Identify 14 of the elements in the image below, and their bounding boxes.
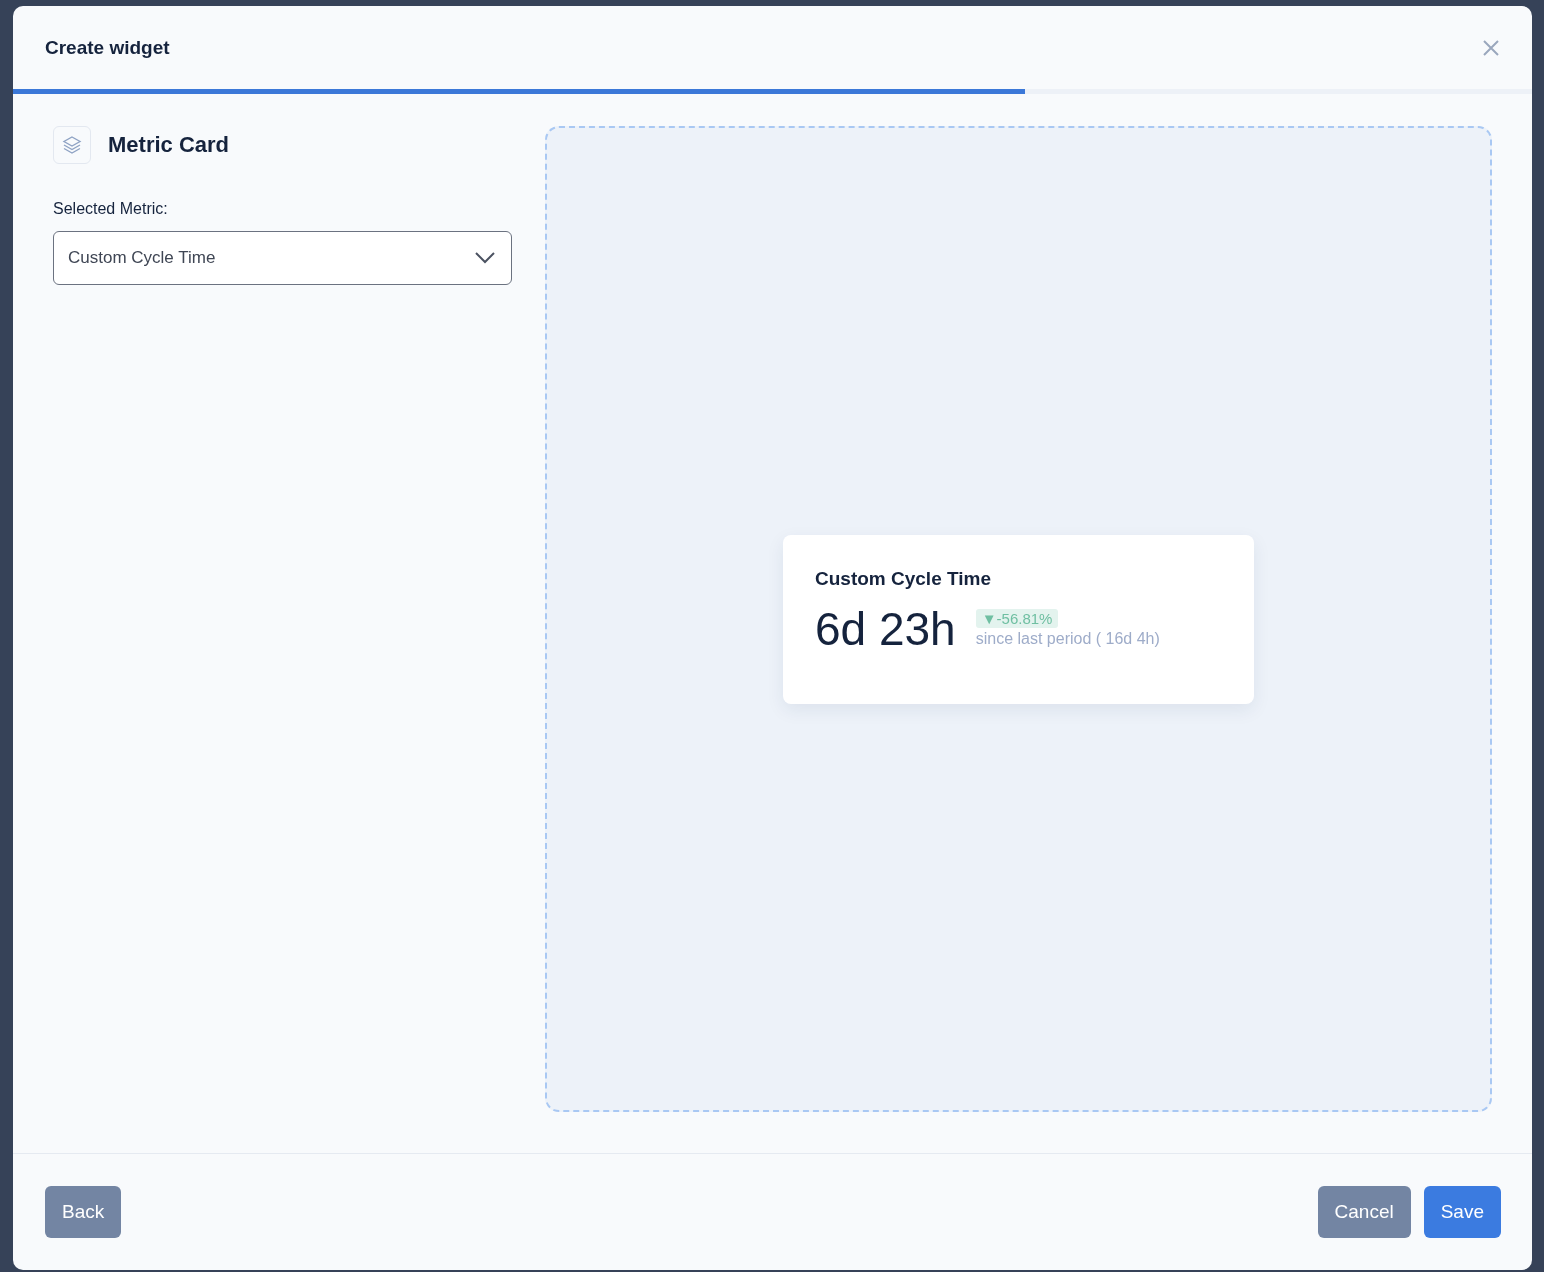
layers-icon bbox=[53, 126, 91, 164]
widget-type-title: Metric Card bbox=[108, 132, 230, 158]
comparison-text: since last period ( 16d 4h) bbox=[975, 630, 1160, 648]
change-badge: ▼-56.81% bbox=[975, 609, 1059, 628]
chevron-down-icon bbox=[475, 252, 495, 264]
footer-button[interactable]: Save bbox=[1423, 1186, 1501, 1238]
footer-button[interactable]: Cancel bbox=[1317, 1186, 1411, 1238]
close-icon[interactable] bbox=[1482, 38, 1500, 57]
metric-value: 6d 23h bbox=[815, 603, 956, 654]
metric-dropdown[interactable]: Custom Cycle Time bbox=[53, 231, 512, 285]
dialog-title: Create widget bbox=[45, 36, 170, 59]
field-label: Selected Metric: bbox=[53, 200, 169, 218]
footer-button[interactable]: Back bbox=[45, 1186, 122, 1238]
card-title: Custom Cycle Time bbox=[815, 567, 992, 590]
